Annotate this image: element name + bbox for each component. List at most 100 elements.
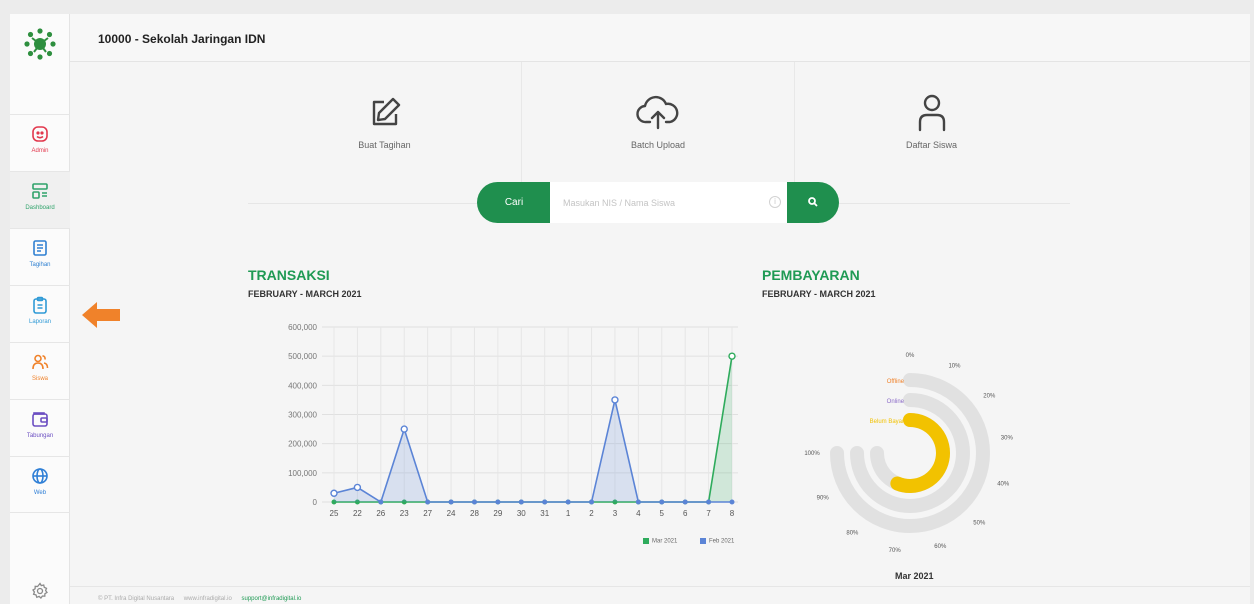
radial-tick-label: 80% (846, 530, 859, 536)
radial-tick-label: 40% (997, 481, 1010, 487)
x-tick-label: 31 (540, 509, 549, 518)
radial-tick-label: 30% (1001, 436, 1014, 442)
sidebar-item-label: Dashboard (25, 205, 55, 211)
x-tick-label: 22 (353, 509, 362, 518)
data-point (682, 499, 688, 505)
x-tick-label: 25 (330, 509, 339, 518)
buat-tagihan-button[interactable]: Buat Tagihan (248, 62, 521, 202)
daftar-siswa-button[interactable]: Daftar Siswa (795, 62, 1068, 202)
x-tick-label: 26 (376, 509, 385, 518)
sidebar-item-laporan[interactable]: Laporan (10, 285, 70, 342)
data-point (635, 499, 641, 505)
action-label: Buat Tagihan (358, 140, 411, 150)
logo-icon (24, 28, 56, 60)
sidebar-item-dashboard[interactable]: Dashboard (10, 171, 70, 228)
x-tick-label: 30 (517, 509, 526, 518)
x-tick-label: 6 (683, 509, 688, 518)
radial-tick-label: 50% (973, 520, 986, 526)
y-tick-label: 600,000 (288, 323, 317, 332)
sidebar-item-label: Tagihan (29, 262, 51, 268)
action-label: Batch Upload (630, 140, 686, 150)
upload-cloud-icon (636, 95, 679, 130)
sidebar-item-label: Admin (31, 148, 49, 154)
radial-tick-label: 10% (948, 364, 961, 370)
edit-icon (372, 97, 400, 126)
legend-label: Mar 2021 (652, 538, 678, 545)
search-input[interactable] (550, 182, 788, 223)
sidebar-item-tabungan[interactable]: Tabungan (10, 399, 70, 456)
batch-upload-button[interactable]: Batch Upload (522, 62, 794, 202)
radial-tick-label: 90% (817, 495, 830, 501)
radial-tick-label: 0% (906, 353, 915, 359)
y-tick-label: 300,000 (288, 411, 317, 420)
data-point (518, 499, 524, 505)
x-tick-label: 27 (423, 509, 432, 518)
data-point (542, 499, 548, 505)
wallet-icon (32, 412, 48, 427)
sidebar-item-label: Siswa (31, 376, 48, 382)
invoice-icon (33, 240, 47, 256)
users-icon (32, 354, 49, 370)
pembayaran-caption: Mar 2021 (895, 571, 934, 581)
transaksi-subtitle: FEBRUARY - MARCH 2021 (248, 289, 362, 299)
data-point (589, 499, 595, 505)
data-point (728, 352, 736, 360)
top-bar: 10000 - Sekolah Jaringan IDN (70, 14, 1250, 62)
chart-legend-item-feb: Feb 2021 (700, 538, 734, 545)
face-icon (32, 126, 48, 142)
school-name: 10000 - Sekolah Jaringan IDN (98, 32, 266, 46)
footer-company: © PT. Infra Digital Nusantara (98, 596, 175, 602)
data-point (611, 396, 619, 404)
sidebar-item-admin[interactable]: Admin (10, 114, 70, 171)
data-point (565, 499, 571, 505)
radial-tick-label: 70% (889, 548, 902, 554)
legend-label: Feb 2021 (709, 538, 735, 545)
sidebar-item-label: Tabungan (26, 433, 54, 439)
radial-tick-label: 60% (934, 544, 947, 550)
data-point (425, 499, 431, 505)
y-tick-label: 100,000 (288, 469, 317, 478)
dashboard-icon (32, 183, 48, 199)
data-point (706, 499, 712, 505)
footer-website-link[interactable]: www.infradigital.io (184, 596, 232, 602)
sidebar-item-tagihan[interactable]: Tagihan (10, 228, 70, 285)
footer-email-link[interactable]: support@infradigital.io (242, 596, 302, 602)
x-tick-label: 23 (400, 509, 409, 518)
action-label: Daftar Siswa (905, 140, 958, 150)
pembayaran-chart: Offline Online Belum Bayar 0% 10% 20% 30% 40% 50… (804, 353, 1014, 554)
radial-tick-label: 100% (804, 451, 820, 457)
sidebar-item-siswa[interactable]: Siswa (10, 342, 70, 399)
gear-icon[interactable] (31, 582, 49, 600)
x-tick-label: 3 (613, 509, 618, 518)
pembayaran-subtitle: FEBRUARY - MARCH 2021 (762, 289, 876, 299)
clipboard-icon (33, 296, 47, 314)
data-point (729, 499, 735, 505)
transaksi-chart: 0 100,000 200,000 300,000 400,000 500,000 600,… (288, 323, 738, 518)
x-tick-label: 1 (566, 509, 571, 518)
x-tick-label: 5 (660, 509, 665, 518)
y-tick-label: 500,000 (288, 352, 317, 361)
data-point (353, 483, 362, 492)
data-point (495, 499, 501, 505)
sidebar-item-label: Web (33, 490, 47, 496)
data-point (659, 499, 665, 505)
data-point (400, 425, 408, 433)
radial-series-label: Online (887, 399, 905, 405)
radial-bar (890, 413, 950, 493)
y-tick-label: 400,000 (288, 381, 317, 390)
radial-tick-label: 20% (983, 393, 996, 399)
arrow-left-icon (82, 302, 120, 328)
cari-button[interactable]: Cari (477, 182, 551, 223)
x-tick-label: 2 (589, 509, 594, 518)
chart-legend-item-mar: Mar 2021 (643, 538, 677, 545)
globe-icon (32, 468, 48, 484)
data-point (378, 499, 384, 505)
footer: © PT. Infra Digital Nusantara www.infrad… (70, 586, 1250, 604)
sidebar-item-web[interactable]: Web (10, 456, 70, 513)
search-submit-button[interactable] (787, 182, 839, 223)
series-area (334, 399, 732, 502)
x-tick-label: 29 (493, 509, 502, 518)
data-point (330, 489, 338, 497)
x-tick-label: 8 (730, 509, 735, 518)
radial-series-label: Belum Bayar (870, 419, 904, 425)
